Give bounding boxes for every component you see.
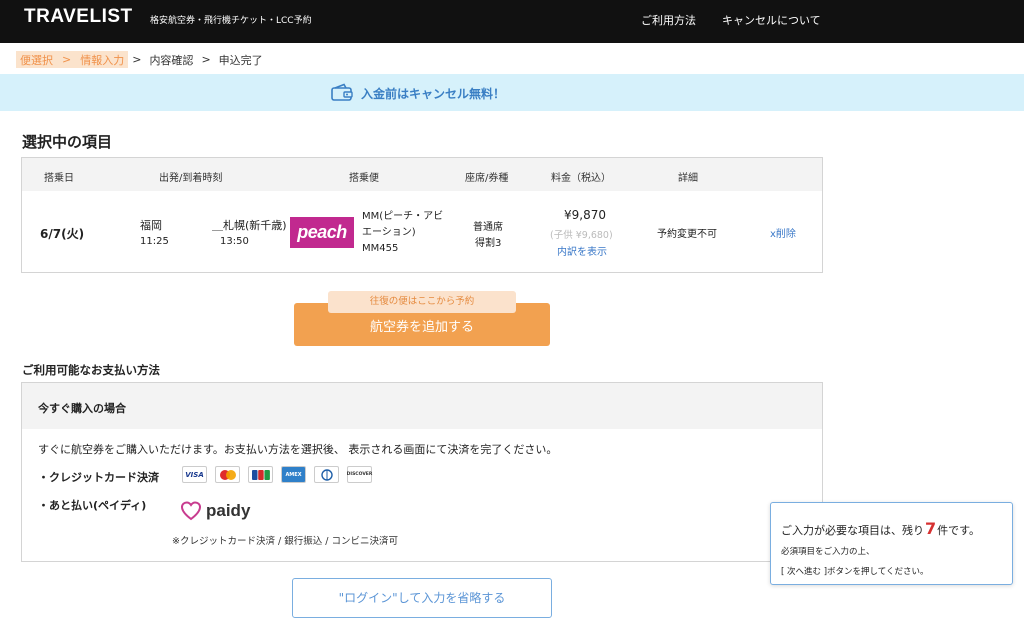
remove-flight-link[interactable]: x削除 bbox=[770, 225, 796, 240]
login-autofill-button[interactable]: "ログイン"して入力を省略する bbox=[292, 578, 552, 618]
notice-suffix: 件です。 bbox=[937, 524, 981, 537]
paidy-note: ※クレジットカード決済 / 銀行振込 / コンビニ決済可 bbox=[172, 536, 398, 547]
payment-methods-box: 今すぐ購入の場合 すぐに航空券をご購入いただけます。お支払い方法を選択後、 表示… bbox=[21, 382, 823, 562]
amex-icon: AMEX bbox=[281, 466, 306, 483]
top-header: TRAVELIST 格安航空券・飛行機チケット・LCC予約 ご利用方法 キャンセ… bbox=[0, 0, 1024, 43]
site-tagline: 格安航空券・飛行機チケット・LCC予約 bbox=[150, 16, 312, 26]
wallet-icon bbox=[331, 83, 353, 101]
breadcrumb-step-confirm: 内容確認 bbox=[149, 53, 194, 67]
diners-icon bbox=[314, 466, 339, 483]
arrival-time: 13:50 bbox=[220, 236, 249, 247]
table-row: 6/7(火) 福岡 11:25 ＿札幌(新千歳) 13:50 peach MM(… bbox=[22, 191, 822, 273]
notice-line-2: [ 次へ進む ]ボタンを押してください。 bbox=[781, 567, 929, 577]
remaining-count: 7 bbox=[925, 519, 937, 538]
breadcrumb-step-flight-select: 便選択 bbox=[20, 53, 53, 67]
breadcrumb: 便選択 > 情報入力 > 内容確認 > 申込完了 bbox=[16, 51, 267, 68]
arrival-city: ＿札幌(新千歳) bbox=[212, 219, 287, 232]
round-trip-tag: 往復の便はここから予約 bbox=[328, 291, 516, 313]
required-fields-notice: ご入力が必要な項目は、残り7件です。 必須項目をご入力の上、 [ 次へ進む ]ボ… bbox=[770, 502, 1013, 585]
adult-price: ¥9,870 bbox=[564, 208, 606, 222]
departure-time: 11:25 bbox=[140, 236, 169, 247]
nav-cancellation[interactable]: キャンセルについて bbox=[722, 12, 821, 28]
discover-icon: DISCOVER bbox=[347, 466, 372, 483]
fare-type: 得割3 bbox=[475, 238, 502, 249]
paidy-logo: paidy bbox=[180, 500, 250, 522]
breadcrumb-done-group: 便選択 > 情報入力 bbox=[16, 51, 129, 68]
itinerary-table: 搭乗日 出発/到着時刻 搭乗便 座席/券種 料金（税込） 詳細 6/7(火) 福… bbox=[21, 157, 823, 273]
fare-detail: 予約変更不可 bbox=[657, 229, 717, 240]
airline-logo: peach bbox=[290, 217, 354, 248]
departure-city: 福岡 bbox=[140, 219, 162, 232]
payment-methods-title: ご利用可能なお支払い方法 bbox=[22, 363, 160, 377]
visa-icon: VISA bbox=[182, 466, 207, 483]
flight-airline-name: MM(ピーチ・アビエーション) bbox=[362, 211, 444, 238]
child-price: (子供 ¥9,680) bbox=[550, 230, 613, 241]
price-breakdown-link[interactable]: 内訳を表示 bbox=[557, 243, 607, 258]
breadcrumb-step-complete: 申込完了 bbox=[218, 53, 263, 67]
col-seat-fare: 座席/券種 bbox=[465, 173, 509, 184]
col-details: 詳細 bbox=[678, 173, 698, 184]
notice-prefix: ご入力が必要な項目は、残り bbox=[781, 524, 924, 537]
paidy-heart-icon bbox=[180, 501, 202, 521]
flight-number: MM455 bbox=[362, 243, 399, 254]
notice-main-text: ご入力が必要な項目は、残り7件です。 bbox=[781, 519, 980, 538]
col-dep-arr-time: 出発/到着時刻 bbox=[159, 173, 223, 184]
site-logo[interactable]: TRAVELIST bbox=[24, 6, 133, 28]
notice-line-1: 必須項目をご入力の上、 bbox=[781, 547, 875, 557]
card-brand-list: VISA AMEX DISCOVER bbox=[182, 466, 372, 483]
seat-class: 普通席 bbox=[473, 222, 503, 233]
breadcrumb-separator: > bbox=[132, 53, 142, 66]
free-cancel-banner: 入金前はキャンセル無料！ bbox=[0, 74, 1024, 111]
itinerary-header-row: 搭乗日 出発/到着時刻 搭乗便 座席/券種 料金（税込） 詳細 bbox=[22, 158, 822, 191]
payment-box-header: 今すぐ購入の場合 bbox=[22, 383, 822, 429]
credit-card-label: ・クレジットカード決済 bbox=[38, 471, 159, 484]
buy-now-title: 今すぐ購入の場合 bbox=[38, 402, 126, 415]
breadcrumb-separator: > bbox=[201, 53, 211, 66]
jcb-icon bbox=[248, 466, 273, 483]
breadcrumb-separator: > bbox=[62, 53, 72, 66]
boarding-date: 6/7(火) bbox=[40, 227, 85, 241]
paidy-wordmark: paidy bbox=[206, 501, 251, 520]
col-price: 料金（税込） bbox=[551, 173, 611, 184]
add-ticket-area: 往復の便はここから予約 航空券を追加する bbox=[294, 291, 550, 346]
col-flight: 搭乗便 bbox=[349, 173, 379, 184]
payment-description: すぐに航空券をご購入いただけます。お支払い方法を選択後、 表示される画面にて決済… bbox=[38, 443, 558, 456]
breadcrumb-step-info-input: 情報入力 bbox=[80, 53, 125, 67]
banner-text: 入金前はキャンセル無料！ bbox=[361, 87, 506, 101]
col-boarding-date: 搭乗日 bbox=[44, 173, 74, 184]
pay-later-label: ・あと払い(ペイディ) bbox=[38, 499, 147, 512]
mastercard-icon bbox=[215, 466, 240, 483]
nav-how-to-use[interactable]: ご利用方法 bbox=[641, 12, 696, 28]
selected-items-title: 選択中の項目 bbox=[22, 133, 113, 151]
